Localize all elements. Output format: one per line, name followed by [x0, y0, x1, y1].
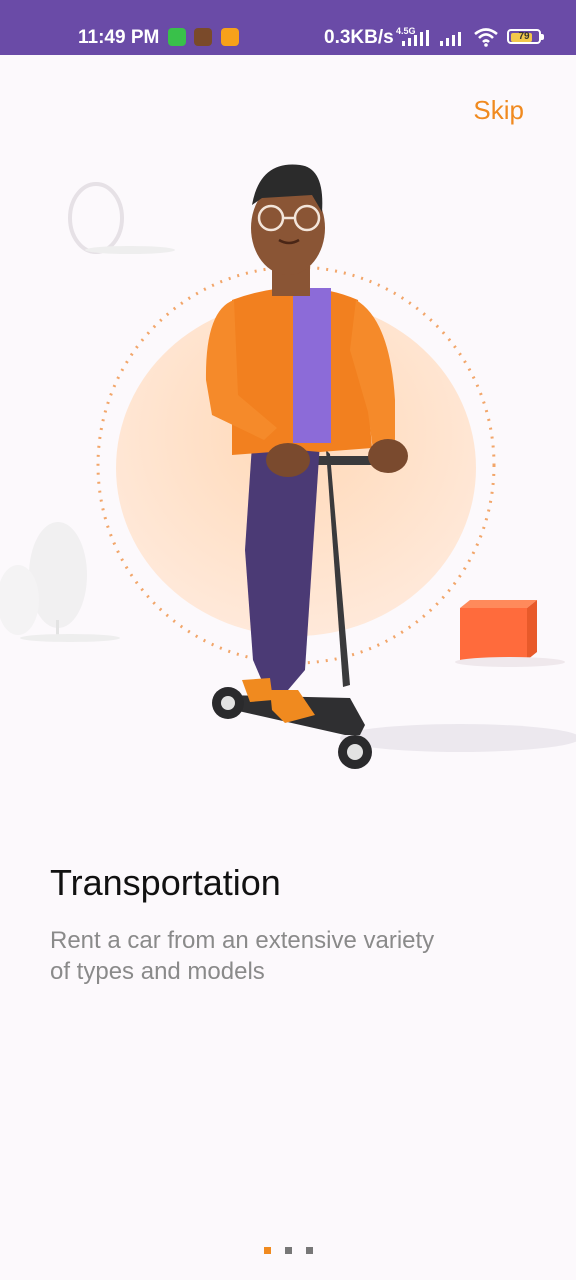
signal-icon — [402, 30, 429, 46]
battery-icon: 79 — [507, 29, 541, 44]
signal-icon-secondary — [440, 32, 461, 46]
ring-decoration — [68, 182, 124, 254]
box-decoration — [455, 600, 565, 667]
chat-app-icon — [221, 28, 239, 46]
status-bar: 11:49 PM 0.3KB/s 4.5G 79 — [0, 0, 576, 55]
page-indicator-dot — [263, 1247, 271, 1254]
game-app-icon — [194, 28, 212, 46]
page-indicator-dot — [305, 1247, 313, 1254]
status-time: 11:49 PM — [78, 27, 160, 48]
wifi-icon — [474, 28, 498, 47]
page-indicator — [0, 1247, 576, 1254]
battery-tip — [541, 34, 544, 40]
page-description: Rent a car from an extensive variety of … — [50, 927, 435, 985]
ring-shadow — [85, 246, 175, 254]
page-indicator-dot — [284, 1247, 292, 1254]
battery-level: 79 — [518, 31, 530, 42]
net-speed: 0.3KB/s — [324, 27, 394, 48]
tree-decoration — [0, 522, 120, 642]
page-title: Transportation — [50, 862, 281, 903]
scooter-shadow — [340, 724, 576, 752]
notification-app-icon — [168, 28, 186, 46]
skip-button[interactable]: Skip — [473, 95, 524, 126]
onboarding-illustration — [0, 164, 576, 769]
